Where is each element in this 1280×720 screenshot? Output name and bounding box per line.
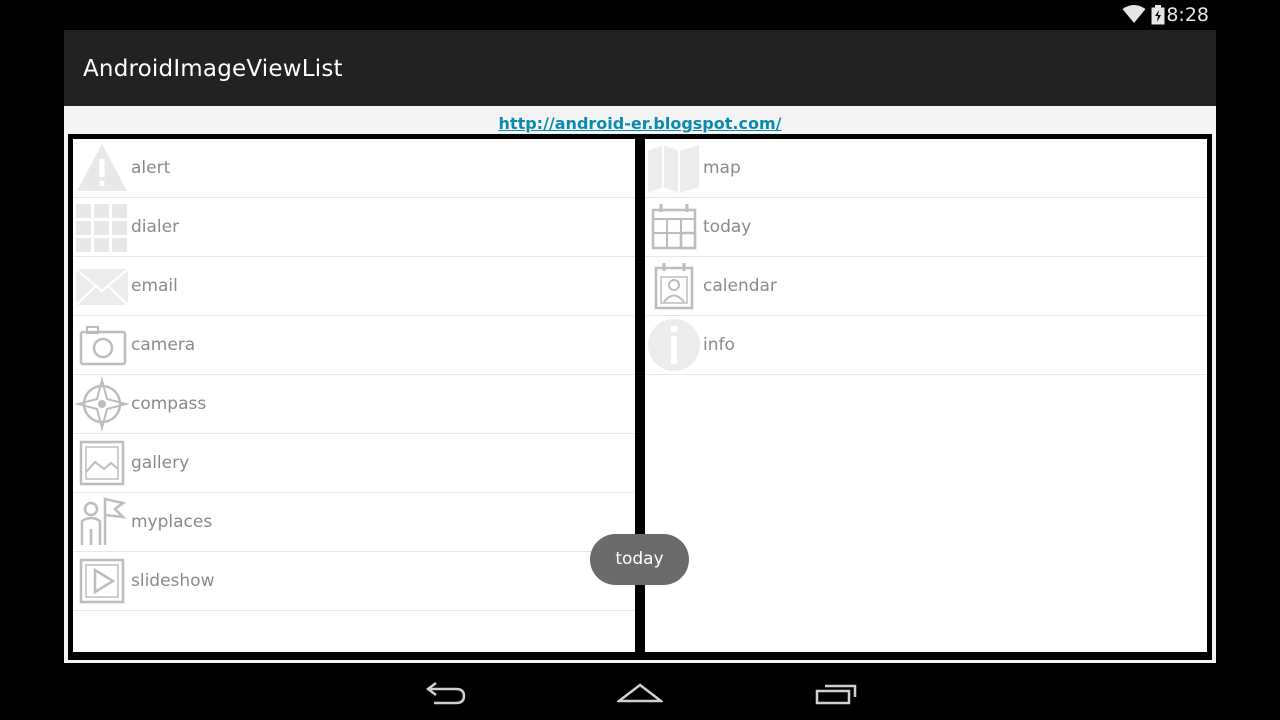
list-item-label: email: [131, 276, 178, 296]
recents-icon[interactable]: [813, 679, 859, 712]
list-item-label: slideshow: [131, 571, 215, 591]
list-item-label: calendar: [703, 276, 777, 296]
list-item-slideshow[interactable]: slideshow: [73, 552, 635, 611]
wifi-icon: [1122, 4, 1146, 29]
list-item-label: camera: [131, 335, 196, 355]
status-bar: 8:28: [0, 0, 1280, 30]
alert-icon: [75, 141, 129, 195]
myplaces-icon: [75, 495, 129, 549]
toast-message: today: [590, 534, 689, 585]
left-list[interactable]: alert dialer email camera compass galler…: [73, 139, 635, 652]
app-title: AndroidImageViewList: [83, 56, 343, 82]
list-item-camera[interactable]: camera: [73, 316, 635, 375]
list-item-myplaces[interactable]: myplaces: [73, 493, 635, 552]
email-icon: [75, 259, 129, 313]
battery-icon: [1151, 5, 1165, 30]
list-item-label: gallery: [131, 453, 190, 473]
map-icon: [647, 141, 701, 195]
list-item-alert[interactable]: alert: [73, 139, 635, 198]
list-item-compass[interactable]: compass: [73, 375, 635, 434]
list-item-email[interactable]: email: [73, 257, 635, 316]
blog-link[interactable]: http://android-er.blogspot.com/: [64, 114, 1216, 133]
compass-icon: [74, 376, 130, 432]
list-item-dialer[interactable]: dialer: [73, 198, 635, 257]
back-icon[interactable]: [424, 679, 468, 712]
navigation-bar: [0, 663, 1280, 720]
gallery-icon: [75, 436, 129, 490]
today-icon: [647, 200, 701, 254]
home-icon[interactable]: [615, 679, 665, 712]
camera-icon: [75, 318, 129, 372]
list-item-label: dialer: [131, 217, 180, 237]
list-item-label: map: [703, 158, 741, 178]
clock: 8:28: [1166, 4, 1209, 26]
list-item-map[interactable]: map: [645, 139, 1207, 198]
list-item-label: myplaces: [131, 512, 213, 532]
info-icon: [647, 318, 701, 372]
list-item-info[interactable]: info: [645, 316, 1207, 375]
list-item-calendar[interactable]: calendar: [645, 257, 1207, 316]
list-item-label: today: [703, 217, 752, 237]
action-bar: AndroidImageViewList: [64, 30, 1216, 106]
right-list[interactable]: map today calendar info: [645, 139, 1207, 652]
dialer-icon: [75, 200, 129, 254]
list-item-gallery[interactable]: gallery: [73, 434, 635, 493]
list-item-label: info: [703, 335, 735, 355]
slideshow-icon: [75, 554, 129, 608]
list-item-label: compass: [131, 394, 207, 414]
list-item-today[interactable]: today: [645, 198, 1207, 257]
calendar-icon: [647, 259, 701, 313]
list-item-label: alert: [131, 158, 171, 178]
